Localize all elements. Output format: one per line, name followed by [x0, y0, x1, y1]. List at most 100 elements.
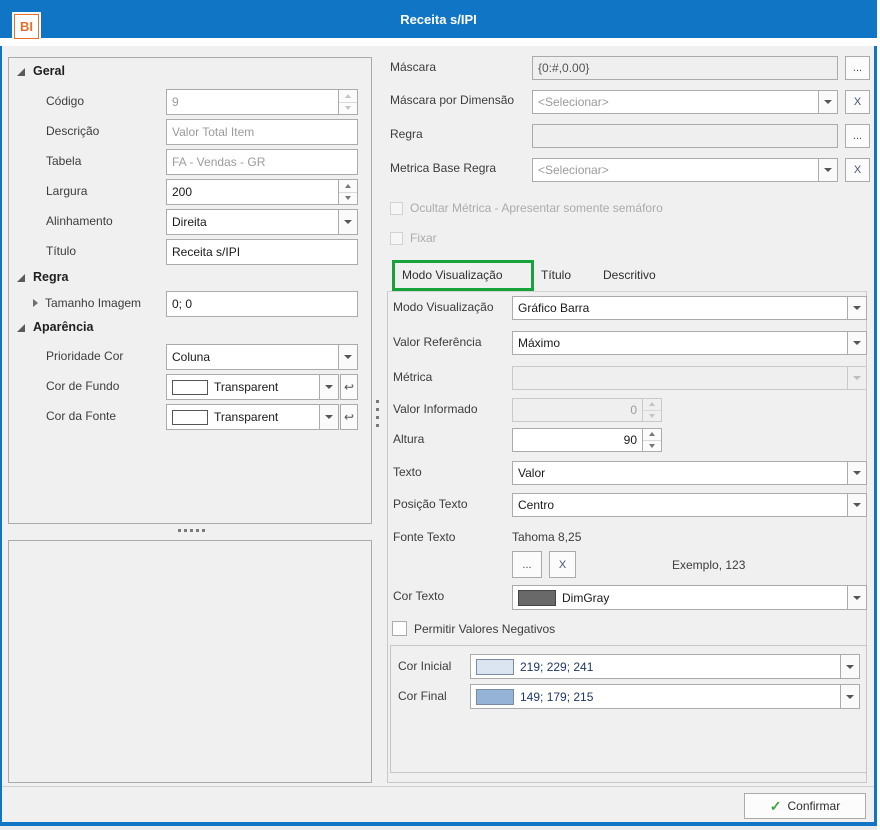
metrica-base-regra-dropdown[interactable]: <Selecionar>: [532, 158, 838, 182]
ellipsis-icon: ...: [852, 62, 863, 74]
collapse-icon-regra[interactable]: [17, 274, 25, 282]
chevron-down-icon[interactable]: [847, 586, 866, 609]
prioridade-cor-dropdown[interactable]: Coluna: [166, 344, 358, 370]
collapse-icon-geral[interactable]: [17, 68, 25, 76]
regra-browse-button[interactable]: ...: [845, 124, 870, 148]
chevron-down-icon[interactable]: [840, 685, 859, 708]
section-header-geral[interactable]: Geral: [33, 64, 65, 78]
clear-icon: X: [853, 96, 862, 108]
descricao-label: Descrição: [46, 124, 100, 138]
dialog-receita-sipi: Receita s/IPI BI Geral Código 9 Descriçã…: [0, 0, 880, 830]
cor-final-label: Cor Final: [398, 689, 447, 703]
cor-texto-dropdown[interactable]: DimGray: [512, 585, 867, 610]
reset-color-icon[interactable]: ↩: [340, 404, 358, 430]
valor-informado-spinner: [642, 399, 661, 421]
collapse-icon-aparencia[interactable]: [17, 324, 25, 332]
confirmar-button[interactable]: ✓ Confirmar: [744, 793, 866, 819]
modo-visualizacao-label: Modo Visualização: [393, 300, 494, 314]
valor-referencia-label: Valor Referência: [393, 335, 482, 349]
mascara-dimensao-clear-button[interactable]: X: [845, 90, 870, 114]
prioridade-cor-label: Prioridade Cor: [46, 349, 124, 363]
property-grid-panel: Geral Código 9 Descrição Valor Total Ite…: [8, 57, 372, 524]
cor-final-dropdown[interactable]: 149; 179; 215: [470, 684, 860, 709]
cor-da-fonte-value: Transparent: [214, 410, 279, 424]
posicao-texto-value: Centro: [518, 498, 555, 512]
tamanho-imagem-field[interactable]: 0; 0: [166, 291, 358, 317]
tab-descritivo[interactable]: Descritivo: [603, 268, 656, 282]
metrica-base-regra-clear-button[interactable]: X: [845, 158, 870, 182]
altura-spinner[interactable]: [642, 429, 661, 451]
chevron-down-icon: [847, 367, 866, 389]
color-swatch: [172, 379, 208, 395]
valor-informado-field: 0: [512, 398, 662, 422]
valor-informado-value: 0: [630, 403, 637, 417]
largura-value: 200: [172, 185, 193, 199]
tamanho-imagem-value: 0; 0: [172, 297, 193, 311]
chevron-down-icon[interactable]: [847, 332, 866, 354]
mascara-browse-button[interactable]: ...: [845, 56, 870, 80]
chevron-down-icon[interactable]: [319, 375, 338, 399]
alinhamento-dropdown[interactable]: Direita: [166, 209, 358, 235]
tabela-field: FA - Vendas - GR: [166, 149, 358, 175]
horizontal-splitter[interactable]: [178, 529, 205, 532]
clear-icon: X: [853, 164, 862, 176]
expand-icon-tamanho-imagem[interactable]: [33, 299, 38, 307]
chevron-down-icon[interactable]: [319, 405, 338, 429]
largura-label: Largura: [46, 184, 88, 198]
descricao-value: Valor Total Item: [172, 125, 255, 139]
cor-de-fundo-label: Cor de Fundo: [46, 379, 120, 393]
clear-icon: X: [558, 558, 567, 571]
prioridade-cor-value: Coluna: [172, 350, 211, 364]
chevron-down-icon[interactable]: [847, 462, 866, 484]
chevron-down-icon[interactable]: [338, 345, 357, 369]
title-bar[interactable]: Receita s/IPI: [0, 0, 877, 38]
metrica-label: Métrica: [393, 370, 433, 384]
color-swatch: [518, 589, 556, 606]
fonte-clear-button[interactable]: X: [549, 551, 576, 578]
cor-da-fonte-dropdown[interactable]: Transparent: [166, 404, 339, 430]
permitir-valores-negativos-checkbox[interactable]: [392, 621, 407, 636]
vertical-splitter[interactable]: [376, 400, 379, 427]
chevron-down-icon[interactable]: [847, 494, 866, 516]
chevron-down-icon[interactable]: [818, 159, 837, 181]
cor-inicial-dropdown[interactable]: 219; 229; 241: [470, 654, 860, 679]
ellipsis-icon: ...: [852, 130, 863, 142]
modo-visualizacao-dropdown[interactable]: Gráfico Barra: [512, 296, 867, 320]
altura-field[interactable]: 90: [512, 428, 662, 452]
chevron-down-icon[interactable]: [840, 655, 859, 678]
titulo-field[interactable]: Receita s/IPI: [166, 239, 358, 265]
chevron-down-icon[interactable]: [818, 91, 837, 113]
valor-referencia-dropdown[interactable]: Máximo: [512, 331, 867, 355]
cor-de-fundo-dropdown[interactable]: Transparent: [166, 374, 339, 400]
mascara-dimensao-value: <Selecionar>: [538, 95, 609, 109]
reset-color-icon[interactable]: ↩: [340, 374, 358, 400]
regra-field: [532, 124, 838, 148]
color-swatch: [476, 658, 514, 675]
largura-field[interactable]: 200: [166, 179, 358, 205]
cor-texto-label: Cor Texto: [393, 589, 445, 603]
section-header-regra[interactable]: Regra: [33, 270, 68, 284]
mascara-field: {0:#,0.00}: [532, 56, 838, 80]
check-icon: ✓: [769, 797, 782, 814]
largura-spinner[interactable]: [338, 180, 357, 204]
chevron-down-icon[interactable]: [338, 210, 357, 234]
mascara-dimensao-dropdown[interactable]: <Selecionar>: [532, 90, 838, 114]
fonte-browse-button[interactable]: ...: [512, 551, 542, 578]
altura-value: 90: [623, 433, 637, 447]
tab-titulo[interactable]: Título: [541, 268, 571, 282]
metrica-base-regra-label: Metrica Base Regra: [390, 161, 497, 175]
chevron-down-icon[interactable]: [847, 297, 866, 319]
tamanho-imagem-label: Tamanho Imagem: [45, 296, 142, 310]
color-swatch: [476, 688, 514, 705]
codigo-value: 9: [172, 95, 179, 109]
ellipsis-icon: ...: [522, 558, 532, 571]
texto-dropdown[interactable]: Valor: [512, 461, 867, 485]
alinhamento-value: Direita: [172, 215, 207, 229]
section-header-aparencia[interactable]: Aparência: [33, 320, 93, 334]
fonte-texto-value: Tahoma 8,25: [512, 530, 582, 544]
app-icon: BI: [12, 12, 41, 41]
cor-de-fundo-value: Transparent: [214, 380, 279, 394]
fixar-checkbox: [390, 232, 403, 245]
posicao-texto-dropdown[interactable]: Centro: [512, 493, 867, 517]
codigo-field: 9: [166, 89, 358, 115]
